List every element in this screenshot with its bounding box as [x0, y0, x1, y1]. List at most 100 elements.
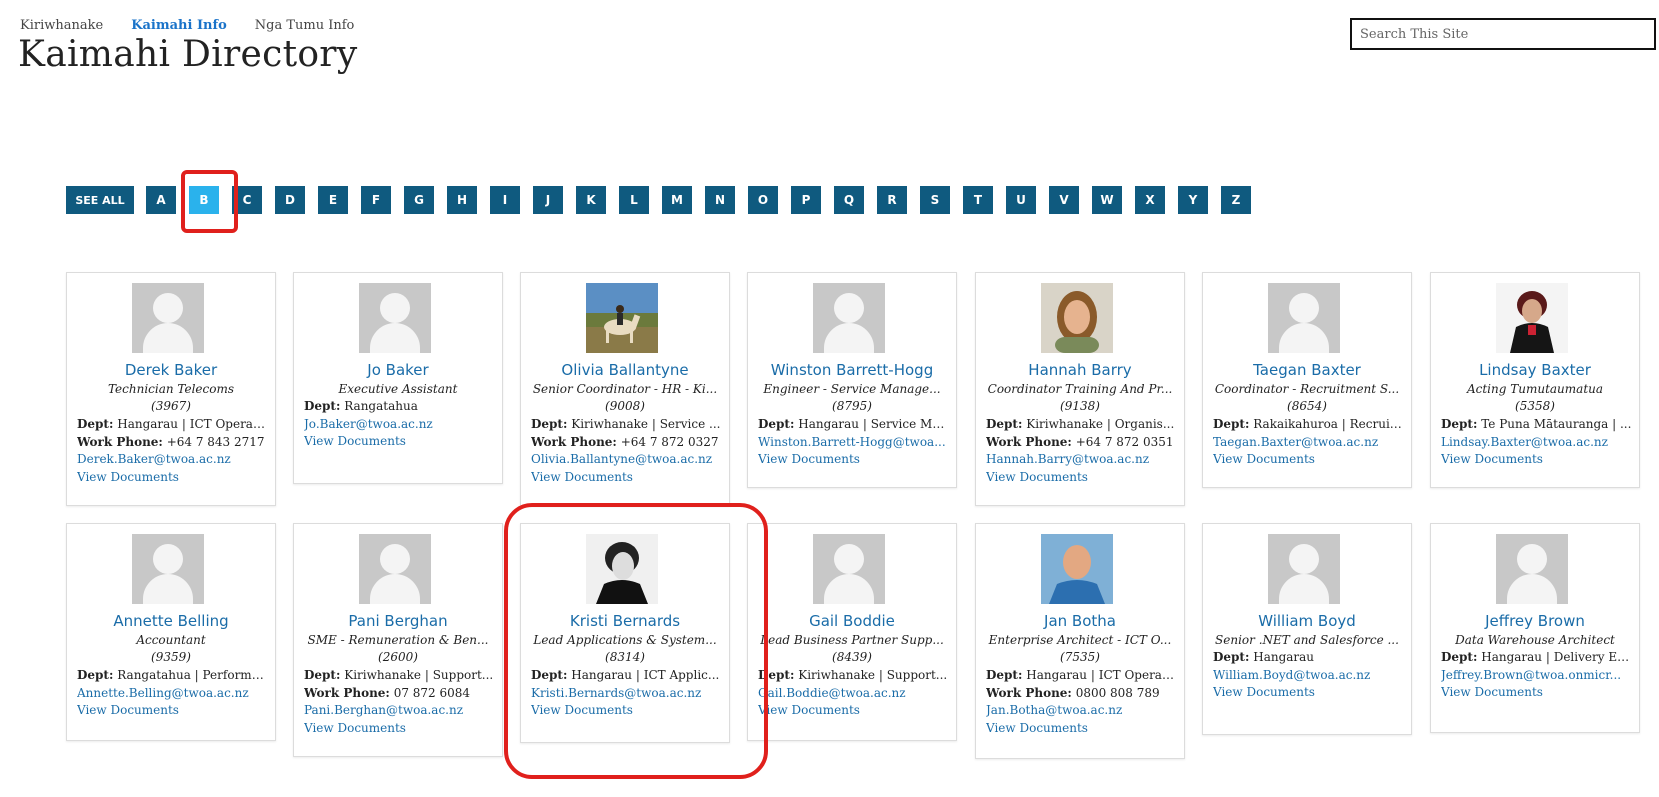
letter-button-p[interactable]: P: [791, 186, 821, 214]
email-link[interactable]: Pani.Berghan@twoa.ac.nz: [304, 703, 463, 717]
top-nav: Kiriwhanake Kaimahi Info Nga Tumu Info: [20, 18, 382, 33]
view-documents-link[interactable]: View Documents: [986, 470, 1088, 484]
dept-value: Kiriwhanake | Organis...: [1026, 417, 1175, 431]
letter-button-l[interactable]: L: [619, 186, 649, 214]
work-phone-label: Work Phone:: [986, 685, 1072, 700]
staff-info: Dept: Kiriwhanake | Organis... Work Phone…: [986, 416, 1178, 486]
letter-button-t[interactable]: T: [963, 186, 993, 214]
view-documents-link[interactable]: View Documents: [304, 434, 406, 448]
staff-card: Jan Botha Enterprise Architect - ICT O...…: [975, 523, 1185, 759]
staff-name[interactable]: Lindsay Baxter: [1431, 361, 1639, 379]
staff-name[interactable]: Derek Baker: [67, 361, 275, 379]
letter-button-g[interactable]: G: [404, 186, 434, 214]
staff-name[interactable]: Jeffrey Brown: [1431, 612, 1639, 630]
email-link[interactable]: Winston.Barrett-Hogg@twoa...: [758, 435, 946, 449]
letter-button-q[interactable]: Q: [834, 186, 864, 214]
staff-card: Olivia Ballantyne Senior Coordinator - HR…: [520, 272, 730, 506]
letter-button-z[interactable]: Z: [1221, 186, 1251, 214]
avatar: [1041, 534, 1113, 604]
phone-extension: (2600): [378, 650, 418, 664]
view-documents-link[interactable]: View Documents: [986, 721, 1088, 735]
email-link[interactable]: Jo.Baker@twoa.ac.nz: [304, 417, 433, 431]
letter-button-s[interactable]: S: [920, 186, 950, 214]
staff-name[interactable]: Pani Berghan: [294, 612, 502, 630]
letter-button-w[interactable]: W: [1092, 186, 1122, 214]
email-link[interactable]: Olivia.Ballantyne@twoa.ac.nz: [531, 452, 712, 466]
view-documents-link[interactable]: View Documents: [1213, 685, 1315, 699]
avatar-placeholder-icon: [1268, 534, 1340, 604]
staff-info: Dept: Hangarau | Delivery En... Jeffrey.B…: [1441, 649, 1633, 702]
email-link[interactable]: Derek.Baker@twoa.ac.nz: [77, 452, 231, 466]
dept-label: Dept:: [304, 668, 341, 682]
view-documents-link[interactable]: View Documents: [1441, 685, 1543, 699]
email-link[interactable]: Hannah.Barry@twoa.ac.nz: [986, 452, 1149, 466]
see-all-button[interactable]: SEE ALL: [66, 186, 134, 214]
letter-button-e[interactable]: E: [318, 186, 348, 214]
work-phone-value: 0800 808 789: [1075, 685, 1160, 700]
job-title: Accountant: [136, 633, 206, 647]
view-documents-link[interactable]: View Documents: [77, 470, 179, 484]
letter-button-v[interactable]: V: [1049, 186, 1079, 214]
staff-info: Dept: Kiriwhanake | Support... Gail.Boddi…: [758, 667, 950, 720]
staff-name[interactable]: Jan Botha: [976, 612, 1184, 630]
staff-name[interactable]: Gail Boddie: [748, 612, 956, 630]
letter-button-y[interactable]: Y: [1178, 186, 1208, 214]
letter-button-r[interactable]: R: [877, 186, 907, 214]
letter-button-f[interactable]: F: [361, 186, 391, 214]
staff-name[interactable]: Jo Baker: [294, 361, 502, 379]
letter-button-k[interactable]: K: [576, 186, 606, 214]
letter-button-m[interactable]: M: [662, 186, 692, 214]
staff-card: Hannah Barry Coordinator Training And Pr.…: [975, 272, 1185, 506]
email-link[interactable]: Lindsay.Baxter@twoa.ac.nz: [1441, 435, 1608, 449]
email-link[interactable]: William.Boyd@twoa.ac.nz: [1213, 668, 1370, 682]
phone-row: Work Phone: +64 7 872 0327: [531, 434, 723, 452]
nav-link-kaimahi-info[interactable]: Kaimahi Info: [131, 18, 227, 33]
job-title: Coordinator Training And Pr...: [987, 382, 1173, 396]
staff-info: Dept: Te Puna Mātauranga | ... Lindsay.Ba…: [1441, 416, 1633, 469]
nav-link-kiriwhanake[interactable]: Kiriwhanake: [20, 18, 103, 33]
view-documents-link[interactable]: View Documents: [1441, 452, 1543, 466]
staff-name[interactable]: Annette Belling: [67, 612, 275, 630]
page-title: Kaimahi Directory: [18, 34, 358, 75]
staff-name[interactable]: William Boyd: [1203, 612, 1411, 630]
dept-row: Dept: Rangatahua: [304, 398, 496, 416]
email-link[interactable]: Annette.Belling@twoa.ac.nz: [77, 686, 249, 700]
avatar-placeholder-icon: [132, 534, 204, 604]
letter-button-a[interactable]: A: [146, 186, 176, 214]
view-documents-link[interactable]: View Documents: [531, 470, 633, 484]
work-phone-label: Work Phone:: [986, 434, 1072, 449]
job-title: Engineer - Service Manage...: [763, 382, 941, 396]
letter-button-n[interactable]: N: [705, 186, 735, 214]
view-documents-link[interactable]: View Documents: [758, 452, 860, 466]
phone-extension: (8795): [832, 399, 872, 413]
dept-label: Dept:: [531, 417, 568, 431]
email-link[interactable]: Taegan.Baxter@twoa.ac.nz: [1213, 435, 1378, 449]
staff-name[interactable]: Taegan Baxter: [1203, 361, 1411, 379]
dept-value: Kiriwhanake | Support...: [344, 668, 494, 682]
work-phone-label: Work Phone:: [304, 685, 390, 700]
nav-link-nga-tumu-info[interactable]: Nga Tumu Info: [255, 18, 355, 33]
letter-button-u[interactable]: U: [1006, 186, 1036, 214]
email-link[interactable]: Jeffrey.Brown@twoa.onmicr...: [1441, 668, 1621, 682]
letter-button-o[interactable]: O: [748, 186, 778, 214]
dept-value: Hangarau: [1253, 650, 1315, 664]
dept-label: Dept:: [1213, 417, 1250, 431]
view-documents-link[interactable]: View Documents: [304, 721, 406, 735]
staff-name[interactable]: Winston Barrett-Hogg: [748, 361, 956, 379]
phone-row: Work Phone: +64 7 872 0351: [986, 434, 1178, 452]
letter-button-j[interactable]: J: [533, 186, 563, 214]
staff-name[interactable]: Hannah Barry: [976, 361, 1184, 379]
view-documents-link[interactable]: View Documents: [77, 703, 179, 717]
letter-button-i[interactable]: I: [490, 186, 520, 214]
email-link[interactable]: Jan.Botha@twoa.ac.nz: [986, 703, 1122, 717]
letter-button-x[interactable]: X: [1135, 186, 1165, 214]
staff-info: Dept: Rakaikahuroa | Recruit... Taegan.Ba…: [1213, 416, 1405, 469]
view-documents-link[interactable]: View Documents: [758, 703, 860, 717]
search-input[interactable]: [1350, 18, 1656, 50]
staff-name[interactable]: Olivia Ballantyne: [521, 361, 729, 379]
letter-button-d[interactable]: D: [275, 186, 305, 214]
view-documents-link[interactable]: View Documents: [1213, 452, 1315, 466]
dept-row: Dept: Hangarau | Delivery En...: [1441, 649, 1633, 667]
letter-button-h[interactable]: H: [447, 186, 477, 214]
email-link[interactable]: Gail.Boddie@twoa.ac.nz: [758, 686, 906, 700]
